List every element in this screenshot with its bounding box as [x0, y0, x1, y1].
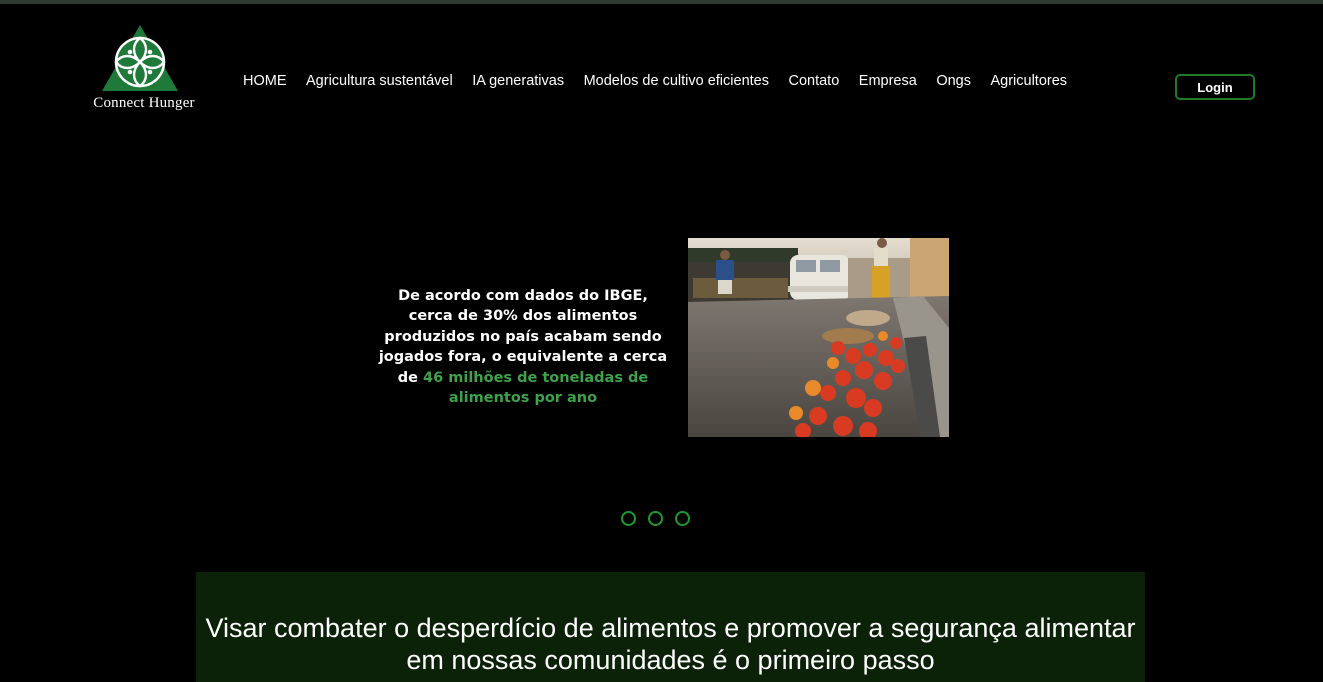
login-button[interactable]: Login: [1175, 74, 1255, 100]
carousel-indicators: [621, 511, 690, 526]
slide-text-highlight: 46 milhões de toneladas de alimentos por…: [423, 369, 649, 407]
carousel-dot-3[interactable]: [675, 511, 690, 526]
nav-item-empresa[interactable]: Empresa: [859, 73, 917, 89]
carousel-slide-text: De acordo com dados do IBGE, cerca de 30…: [375, 286, 671, 408]
flower-of-life-icon: [102, 25, 178, 91]
nav-item-ia-generativas[interactable]: IA generativas: [472, 73, 564, 89]
mission-panel: Visar combater o desperdício de alimento…: [196, 572, 1145, 682]
nav-item-modelos-de-cultivo[interactable]: Modelos de cultivo eficientes: [584, 73, 769, 89]
nav-item-ongs[interactable]: Ongs: [936, 73, 971, 89]
nav-item-agricultores[interactable]: Agricultores: [990, 73, 1067, 89]
wasted-tomatoes-photo: [688, 238, 949, 437]
nav-item-contato[interactable]: Contato: [788, 73, 839, 89]
top-border: [0, 0, 1323, 4]
main-nav: HOME Agricultura sustentável IA generati…: [243, 73, 1087, 89]
nav-item-home[interactable]: HOME: [243, 73, 287, 89]
carousel-dot-2[interactable]: [648, 511, 663, 526]
brand-name: Connect Hunger: [93, 95, 195, 111]
brand-logo[interactable]: Connect Hunger: [82, 24, 206, 120]
nav-item-agricultura-sustentavel[interactable]: Agricultura sustentável: [306, 73, 453, 89]
carousel-dot-1[interactable]: [621, 511, 636, 526]
mission-text: Visar combater o desperdício de alimento…: [205, 613, 1136, 675]
